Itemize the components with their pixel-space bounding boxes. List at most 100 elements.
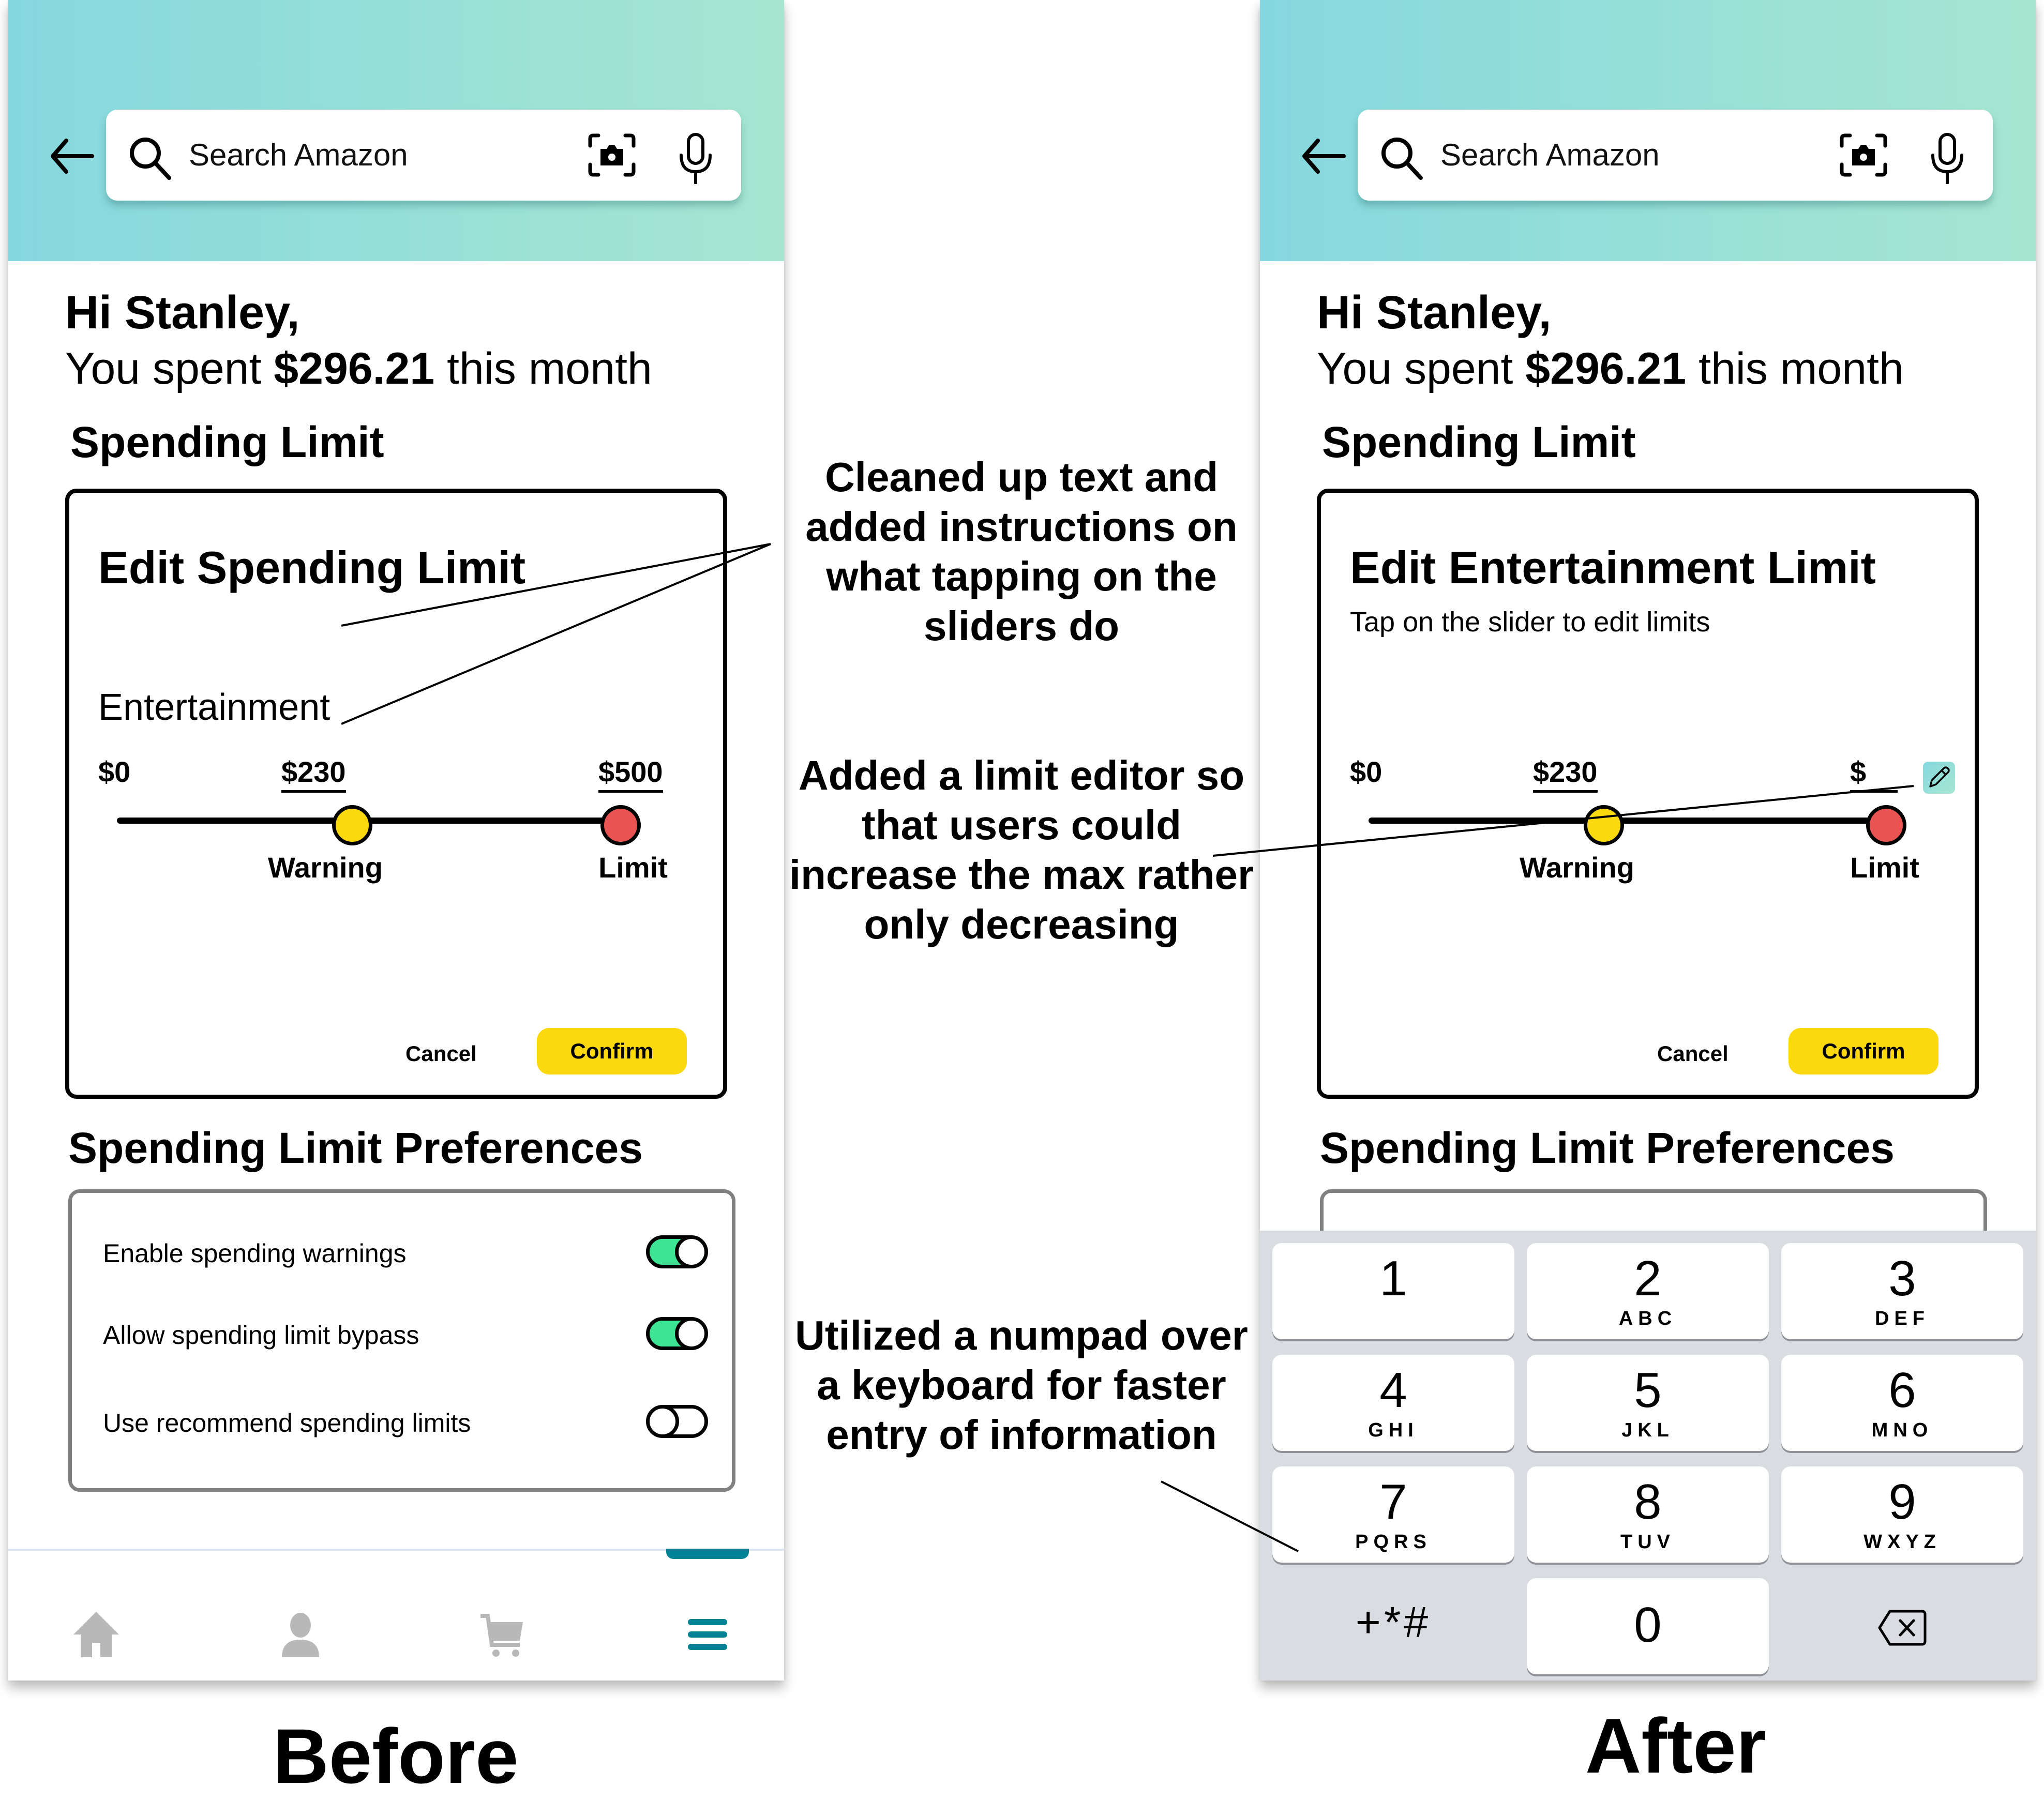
key-8[interactable]: 8 TUV (1527, 1466, 1769, 1563)
backspace-icon (1878, 1610, 1927, 1646)
search-bar[interactable]: Search Amazon (1358, 110, 1993, 201)
warning-slider-thumb[interactable] (1583, 805, 1624, 845)
pref-label: Use recommend spending limits (103, 1409, 471, 1437)
key-letters: MNO (1871, 1419, 1933, 1441)
toggle-knob (675, 1321, 704, 1346)
toggle-knob (650, 1409, 679, 1434)
spending-limit-title: Spending Limit (1322, 418, 1636, 466)
key-digit: 5 (1634, 1363, 1662, 1418)
camera-scan-icon[interactable] (1839, 132, 1888, 178)
warning-value-link[interactable]: $230 (1533, 754, 1598, 793)
slider-track[interactable] (1369, 818, 1886, 824)
confirm-button[interactable]: Confirm (537, 1028, 687, 1075)
spent-amount: $296.21 (1525, 344, 1687, 394)
key-symbols-label: +*# (1355, 1598, 1432, 1646)
back-arrow-icon[interactable] (49, 135, 95, 177)
key-digit: 4 (1379, 1363, 1407, 1418)
key-delete[interactable] (1781, 1578, 2023, 1674)
limit-label: Limit (1850, 851, 1919, 884)
toggle-spending-warnings[interactable] (646, 1235, 708, 1268)
key-letters: TUV (1620, 1531, 1675, 1553)
numeric-keypad: 1 2 ABC 3 DEF 4 GHI 5 JKL 6 MNO 7 PQRS 8 TUV 9W… (1260, 1231, 2036, 1681)
slider-min-label: $0 (1350, 755, 1382, 788)
key-digit: 8 (1634, 1474, 1662, 1530)
limit-label: Limit (598, 851, 668, 884)
cart-icon[interactable] (476, 1609, 528, 1660)
phone-after: Search Amazon Hi Stanley, You spent $296… (1260, 0, 2036, 1681)
key-digit: 7 (1379, 1474, 1407, 1530)
account-icon[interactable] (275, 1609, 326, 1660)
key-7[interactable]: 7 PQRS (1272, 1466, 1514, 1563)
spent-suffix: this month (1686, 344, 1904, 394)
key-2[interactable]: 2 ABC (1527, 1243, 1769, 1339)
limit-slider-thumb[interactable] (600, 805, 641, 845)
menu-icon[interactable] (682, 1609, 733, 1660)
key-digit: 2 (1634, 1251, 1662, 1306)
key-symbols[interactable]: +*# (1272, 1578, 1514, 1674)
pref-label: Enable spending warnings (103, 1239, 407, 1268)
active-tab-indicator (666, 1549, 749, 1559)
key-digit: 3 (1888, 1251, 1916, 1306)
key-4[interactable]: 4 GHI (1272, 1355, 1514, 1451)
limit-value-link[interactable]: $500 (598, 754, 663, 793)
warning-value-link[interactable]: $230 (281, 754, 346, 793)
annotation-instructions: Cleaned up text and added instructions o… (805, 454, 1238, 649)
warning-label: Warning (1520, 851, 1634, 884)
limit-slider-thumb[interactable] (1866, 805, 1906, 845)
key-3[interactable]: 3 DEF (1781, 1243, 2023, 1339)
pref-row-warnings: Enable spending warnings (103, 1230, 708, 1277)
key-9[interactable]: 9 WXYZ (1781, 1466, 2023, 1563)
caption-before: Before (273, 1713, 519, 1799)
key-letters: ABC (1618, 1308, 1677, 1329)
annotation-numpad: Utilized a numpad over a keyboard for fa… (795, 1312, 1248, 1458)
limit-value-input[interactable]: $ (1850, 754, 1898, 793)
card-instructions: Tap on the slider to edit limits (1350, 607, 1710, 638)
key-5[interactable]: 5 JKL (1527, 1355, 1769, 1451)
key-1[interactable]: 1 (1272, 1243, 1514, 1339)
phone-before: Search Amazon Hi Stanley, You spent $296… (8, 0, 784, 1681)
toggle-knob (675, 1239, 704, 1265)
search-placeholder: Search Amazon (189, 138, 408, 172)
key-digit: 1 (1379, 1251, 1407, 1306)
pref-label: Allow spending limit bypass (103, 1321, 419, 1350)
key-digit: 0 (1634, 1597, 1662, 1653)
edit-limit-card: Edit Entertainment Limit Tap on the slid… (1317, 489, 1979, 1099)
spent-suffix: this month (434, 344, 652, 394)
home-icon[interactable] (70, 1609, 122, 1660)
slider-track[interactable] (117, 818, 634, 824)
annotation-limit-editor: Added a limit editor so that users could… (789, 752, 1254, 947)
greeting: Hi Stanley, (1317, 287, 1552, 339)
warning-slider-thumb[interactable] (332, 805, 372, 845)
back-arrow-icon[interactable] (1300, 135, 1347, 177)
key-letters: DEF (1875, 1308, 1930, 1329)
key-digit: 6 (1888, 1363, 1916, 1418)
preferences-card: Enable spending warnings Allow spending … (68, 1189, 735, 1492)
search-bar[interactable]: Search Amazon (106, 110, 741, 201)
edit-limit-button[interactable] (1923, 762, 1955, 794)
camera-scan-icon[interactable] (587, 132, 637, 178)
bottom-nav (8, 1549, 784, 1681)
slider-min-label: $0 (98, 755, 131, 788)
cancel-button[interactable]: Cancel (1657, 1038, 1729, 1069)
spent-prefix: You spent (1317, 344, 1526, 394)
toggle-limit-bypass[interactable] (646, 1317, 708, 1350)
caption-after: After (1585, 1702, 1767, 1789)
key-0[interactable]: 0 (1527, 1578, 1769, 1674)
confirm-button[interactable]: Confirm (1788, 1028, 1938, 1075)
warning-label: Warning (268, 851, 383, 884)
greeting: Hi Stanley, (65, 287, 300, 339)
spending-limit-title: Spending Limit (70, 418, 384, 466)
key-letters: GHI (1368, 1419, 1419, 1441)
search-icon (1381, 138, 1423, 180)
search-placeholder: Search Amazon (1440, 138, 1660, 172)
toggle-recommended-limits[interactable] (646, 1405, 708, 1438)
header: Search Amazon (8, 0, 784, 261)
microphone-icon[interactable] (675, 132, 716, 184)
microphone-icon[interactable] (1927, 132, 1968, 184)
category-label: Entertainment (98, 687, 330, 728)
monthly-spent: You spent $296.21 this month (1317, 340, 1904, 397)
key-digit: 9 (1888, 1474, 1916, 1530)
edit-limit-card: Edit Spending Limit Entertainment $0 $23… (65, 489, 727, 1099)
key-6[interactable]: 6 MNO (1781, 1355, 2023, 1451)
cancel-button[interactable]: Cancel (405, 1038, 477, 1069)
